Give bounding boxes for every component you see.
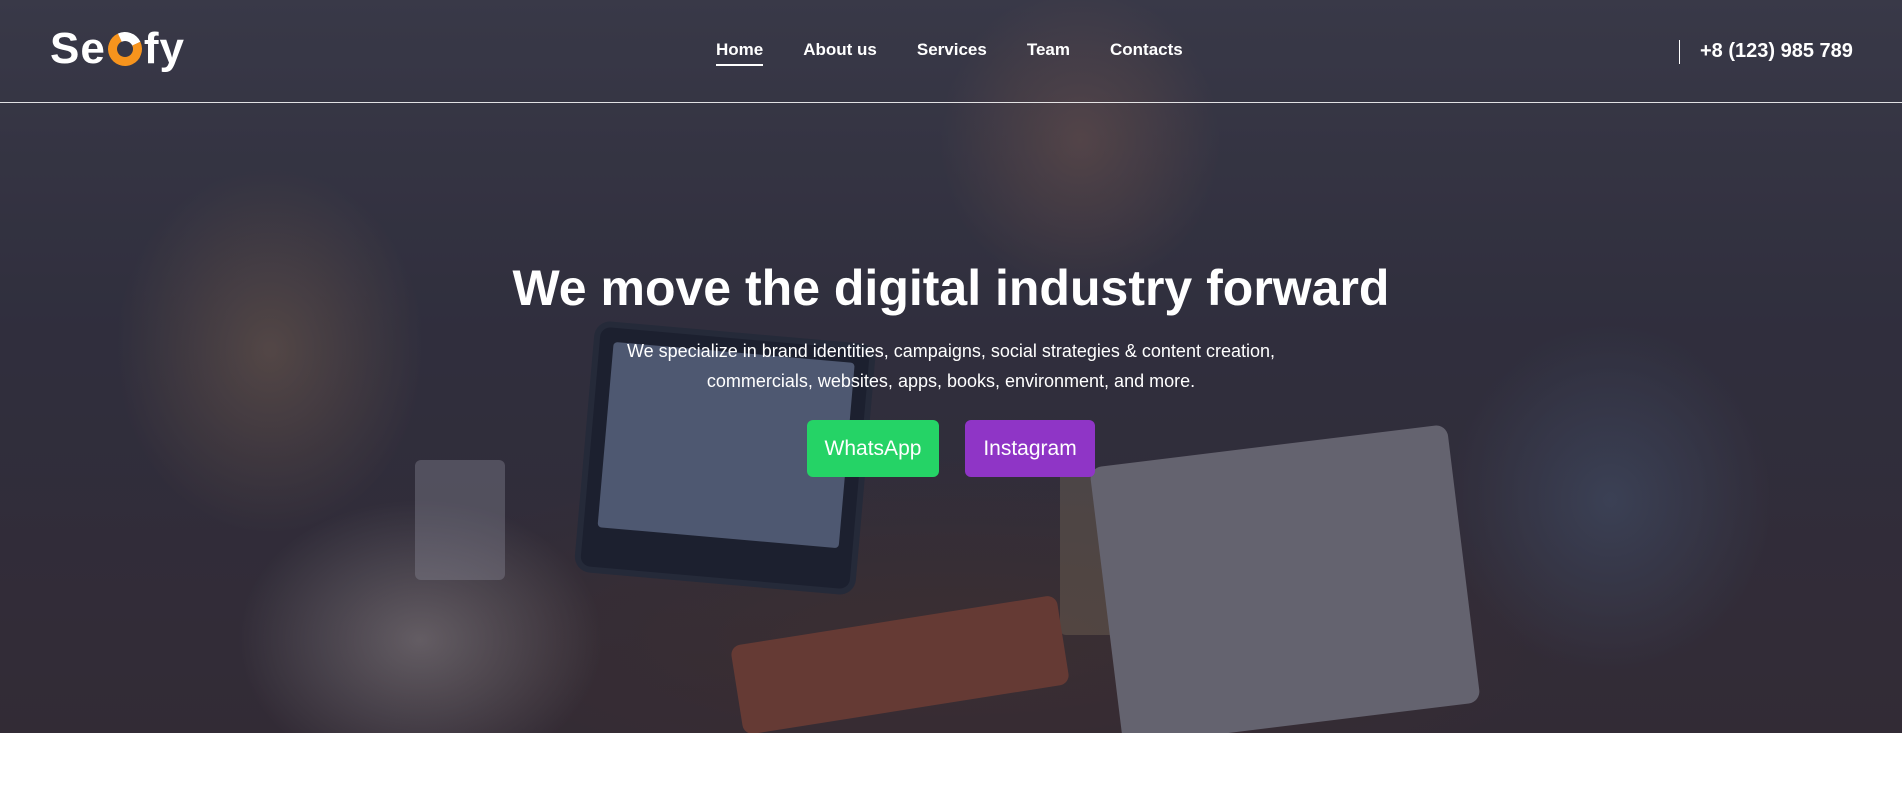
hero-description-line-2: commercials, websites, apps, books, envi… bbox=[706, 371, 1196, 391]
hero-content: We move the digital industry forward We … bbox=[0, 258, 1902, 477]
hero-title: We move the digital industry forward bbox=[512, 260, 1390, 316]
site-header: Se fy Home About us Services Team Contac… bbox=[0, 0, 1902, 103]
phone-divider bbox=[1679, 40, 1680, 64]
brand-logo[interactable]: Se fy bbox=[50, 24, 185, 74]
hero-buttons: WhatsApp Instagram bbox=[0, 420, 1902, 477]
logo-text-right: fy bbox=[143, 24, 185, 73]
nav-contacts[interactable]: Contacts bbox=[1110, 40, 1183, 66]
phone-number[interactable]: +8 (123) 985 789 bbox=[1700, 40, 1853, 63]
main-nav: Home About us Services Team Contacts bbox=[716, 40, 1223, 66]
hero-description: We specialize in brand identities, campa… bbox=[601, 336, 1301, 396]
nav-about-us[interactable]: About us bbox=[803, 40, 877, 66]
logo-o-icon bbox=[103, 27, 147, 71]
hero-description-line-1: We specialize in brand identities, campa… bbox=[626, 341, 1275, 361]
nav-services[interactable]: Services bbox=[917, 40, 987, 66]
hero-section: Se fy Home About us Services Team Contac… bbox=[0, 0, 1902, 733]
logo-text-left: Se bbox=[50, 24, 106, 73]
instagram-button[interactable]: Instagram bbox=[965, 420, 1095, 477]
whatsapp-button[interactable]: WhatsApp bbox=[807, 420, 939, 477]
nav-team[interactable]: Team bbox=[1027, 40, 1070, 66]
nav-home[interactable]: Home bbox=[716, 40, 764, 66]
